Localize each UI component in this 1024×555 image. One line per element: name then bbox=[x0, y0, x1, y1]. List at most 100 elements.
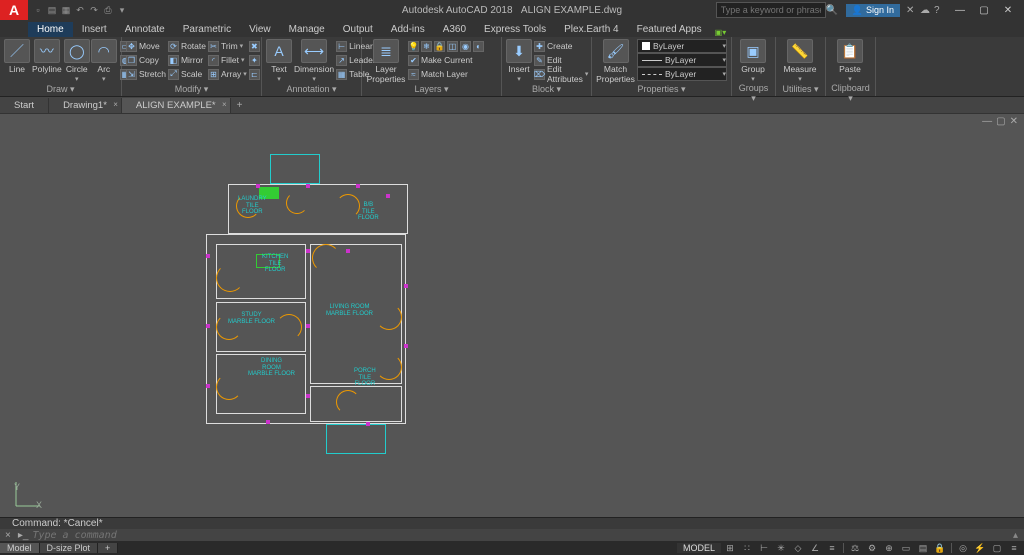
vp-minimize-icon[interactable]: — bbox=[982, 116, 992, 127]
qat-undo-icon[interactable]: ↶ bbox=[74, 4, 86, 16]
panel-title-groups[interactable]: Groups ▾ bbox=[736, 83, 771, 105]
layout-add-button[interactable]: + bbox=[98, 543, 118, 553]
doc-tab-drawing1[interactable]: Drawing1*× bbox=[49, 98, 122, 113]
ortho-icon[interactable]: ⊢ bbox=[756, 542, 772, 554]
close-icon[interactable]: × bbox=[222, 100, 227, 109]
close-button[interactable]: ✕ bbox=[996, 2, 1020, 18]
doc-tab-start[interactable]: Start bbox=[0, 98, 49, 113]
layer-properties-button[interactable]: ≣Layer Properties bbox=[366, 39, 406, 84]
linetype-dropdown[interactable]: ByLayer▾ bbox=[637, 67, 727, 81]
text-button[interactable]: AText▾ bbox=[266, 39, 292, 83]
ribbon-tab-expresstools[interactable]: Express Tools bbox=[475, 22, 555, 37]
qat-print-icon[interactable]: ⎙ bbox=[102, 4, 114, 16]
vp-close-icon[interactable]: ✕ bbox=[1010, 116, 1018, 127]
line-button[interactable]: ／Line bbox=[4, 39, 30, 74]
mirror-button[interactable]: ◧Mirror bbox=[168, 53, 206, 67]
qat-more-icon[interactable]: ▾ bbox=[116, 4, 128, 16]
panel-title-modify[interactable]: Modify ▾ bbox=[126, 84, 257, 96]
lineweight-dropdown[interactable]: ByLayer▾ bbox=[637, 53, 727, 67]
exchange-icon[interactable]: ✕ bbox=[906, 5, 920, 16]
polyline-button[interactable]: 〰Polyline bbox=[32, 39, 62, 74]
group-button[interactable]: ▣Group▾ bbox=[736, 39, 770, 83]
layout-tab-plot[interactable]: D-size Plot bbox=[40, 543, 99, 553]
stayconnected-icon[interactable]: ☁ bbox=[920, 5, 934, 16]
match-layer-button[interactable]: ≈Match Layer bbox=[408, 67, 484, 81]
maximize-button[interactable]: ▢ bbox=[972, 2, 996, 18]
array-button[interactable]: ⊞Array▾ bbox=[208, 67, 247, 81]
ribbon-tab-output[interactable]: Output bbox=[334, 22, 382, 37]
paste-button[interactable]: 📋Paste▾ bbox=[830, 39, 870, 83]
workspace-icon[interactable]: ⚙ bbox=[864, 542, 880, 554]
space-label[interactable]: MODEL bbox=[677, 543, 721, 553]
circle-button[interactable]: ◯Circle▾ bbox=[64, 39, 90, 83]
lockui-icon[interactable]: 🔒 bbox=[932, 542, 948, 554]
fillet-button[interactable]: ◜Fillet▾ bbox=[208, 53, 247, 67]
annoscale-icon[interactable]: ⚖ bbox=[847, 542, 863, 554]
help-icon[interactable]: ? bbox=[934, 5, 948, 16]
search-icon[interactable]: 🔍 bbox=[826, 5, 840, 16]
panel-title-properties[interactable]: Properties ▾ bbox=[596, 84, 727, 96]
layer-icons-row1[interactable]: 💡❄🔒◫◉◐ bbox=[408, 39, 484, 53]
ribbon-tab-home[interactable]: Home bbox=[28, 22, 73, 37]
tab-overflow-icon[interactable]: ▣▾ bbox=[715, 28, 727, 37]
explode-icon[interactable]: ✦ bbox=[249, 53, 260, 67]
create-block-button[interactable]: ✚Create bbox=[534, 39, 588, 53]
ribbon-tab-view[interactable]: View bbox=[240, 22, 280, 37]
command-recent-icon[interactable]: ▴ bbox=[1013, 530, 1024, 541]
layout-tab-model[interactable]: Model bbox=[0, 543, 40, 553]
drawing-canvas[interactable]: — ▢ ✕ LAUNDRY TILE FLOOR B/B TILE FLOOR … bbox=[0, 114, 1024, 524]
dimension-button[interactable]: ⟷Dimension▾ bbox=[294, 39, 334, 83]
qat-open-icon[interactable]: ▤ bbox=[46, 4, 58, 16]
scale-button[interactable]: ⤢Scale bbox=[168, 67, 206, 81]
quickprops-icon[interactable]: ▤ bbox=[915, 542, 931, 554]
match-properties-button[interactable]: 🖌Match Properties bbox=[596, 39, 635, 84]
snap-icon[interactable]: ∷ bbox=[739, 542, 755, 554]
isolate-icon[interactable]: ◎ bbox=[955, 542, 971, 554]
command-close-icon[interactable]: × bbox=[2, 530, 14, 541]
ribbon-tab-addins[interactable]: Add-ins bbox=[382, 22, 434, 37]
qat-redo-icon[interactable]: ↷ bbox=[88, 4, 100, 16]
panel-title-draw[interactable]: Draw ▾ bbox=[4, 84, 117, 96]
ribbon-tab-plexearth[interactable]: Plex.Earth 4 bbox=[555, 22, 627, 37]
copy-button[interactable]: ❐Copy bbox=[126, 53, 166, 67]
ribbon-tab-annotate[interactable]: Annotate bbox=[116, 22, 174, 37]
qat-new-icon[interactable]: ▫ bbox=[32, 4, 44, 16]
edit-attributes-button[interactable]: ⌦Edit Attributes▾ bbox=[534, 67, 588, 81]
new-drawing-button[interactable]: + bbox=[231, 100, 249, 111]
lineweight-icon[interactable]: ≡ bbox=[824, 542, 840, 554]
color-dropdown[interactable]: ByLayer▾ bbox=[637, 39, 727, 53]
measure-button[interactable]: 📏Measure▾ bbox=[780, 39, 820, 83]
help-search-input[interactable] bbox=[716, 2, 826, 18]
osnap-icon[interactable]: ◇ bbox=[790, 542, 806, 554]
panel-title-utilities[interactable]: Utilities ▾ bbox=[780, 84, 821, 96]
sign-in-button[interactable]: 👤 Sign In bbox=[846, 4, 900, 17]
hardware-icon[interactable]: ⚡ bbox=[972, 542, 988, 554]
units-icon[interactable]: ▭ bbox=[898, 542, 914, 554]
cleanscreen-icon[interactable]: ▢ bbox=[989, 542, 1005, 554]
minimize-button[interactable]: — bbox=[948, 2, 972, 18]
erase-icon[interactable]: ✖ bbox=[249, 39, 260, 53]
command-input[interactable] bbox=[32, 530, 1009, 541]
ribbon-tab-featuredapps[interactable]: Featured Apps bbox=[628, 22, 711, 37]
make-current-button[interactable]: ✔Make Current bbox=[408, 53, 484, 67]
qat-save-icon[interactable]: ▦ bbox=[60, 4, 72, 16]
vp-restore-icon[interactable]: ▢ bbox=[996, 116, 1005, 127]
arc-button[interactable]: ◠Arc▾ bbox=[92, 39, 116, 83]
panel-title-clipboard[interactable]: Clipboard ▾ bbox=[830, 83, 871, 105]
trim-button[interactable]: ✂Trim▾ bbox=[208, 39, 247, 53]
otrack-icon[interactable]: ∠ bbox=[807, 542, 823, 554]
grid-icon[interactable]: ⊞ bbox=[722, 542, 738, 554]
customize-icon[interactable]: ≡ bbox=[1006, 542, 1022, 554]
ribbon-tab-insert[interactable]: Insert bbox=[73, 22, 116, 37]
app-logo[interactable]: A bbox=[0, 0, 28, 20]
ribbon-tab-parametric[interactable]: Parametric bbox=[174, 22, 240, 37]
close-icon[interactable]: × bbox=[113, 100, 118, 109]
panel-title-annotation[interactable]: Annotation ▾ bbox=[266, 84, 357, 96]
rotate-button[interactable]: ⟳Rotate bbox=[168, 39, 206, 53]
move-button[interactable]: ✥Move bbox=[126, 39, 166, 53]
panel-title-layers[interactable]: Layers ▾ bbox=[366, 84, 497, 96]
annomonitor-icon[interactable]: ⊕ bbox=[881, 542, 897, 554]
stretch-button[interactable]: ⇲Stretch bbox=[126, 67, 166, 81]
insert-block-button[interactable]: ⬇Insert▾ bbox=[506, 39, 532, 83]
ribbon-tab-a360[interactable]: A360 bbox=[434, 22, 475, 37]
